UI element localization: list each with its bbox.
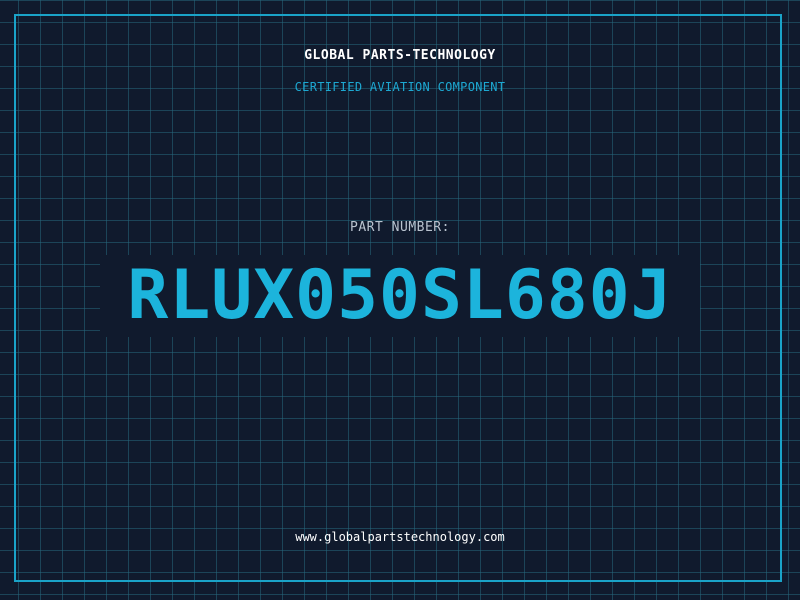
website-url: www.globalpartstechnology.com [295,530,505,544]
part-number-label: PART NUMBER: [350,220,450,235]
company-name: GLOBAL PARTS-TECHNOLOGY [304,48,496,63]
subtitle: CERTIFIED AVIATION COMPONENT [294,80,506,94]
part-number-value: RLUX050SL680J [100,255,700,337]
